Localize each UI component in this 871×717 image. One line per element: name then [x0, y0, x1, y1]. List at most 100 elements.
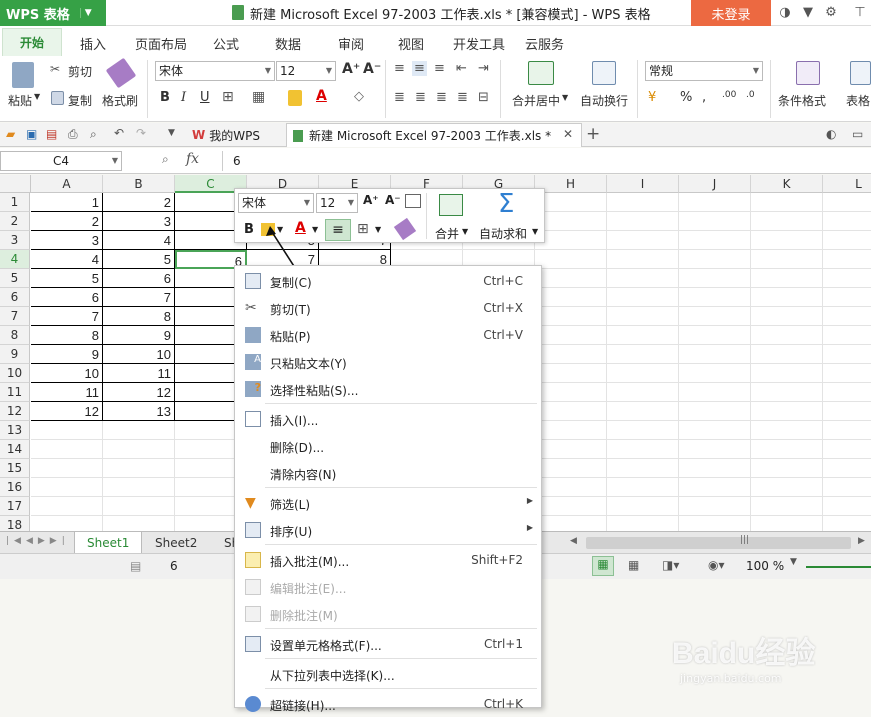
cell[interactable]: [535, 497, 607, 516]
cell[interactable]: [535, 402, 607, 421]
print-icon[interactable]: ⎙: [68, 127, 78, 142]
paste-button[interactable]: 粘贴: [8, 92, 32, 109]
cell[interactable]: [607, 231, 679, 250]
chevron-down-icon[interactable]: ▼: [462, 227, 468, 236]
cell[interactable]: [535, 212, 607, 231]
menu-item-hyperlink[interactable]: 超链接(H)... Ctrl+K: [235, 691, 541, 717]
cell[interactable]: [679, 345, 751, 364]
scissors-icon[interactable]: ✂: [50, 62, 60, 76]
cell[interactable]: [751, 193, 823, 212]
cell[interactable]: [679, 231, 751, 250]
cell[interactable]: [535, 288, 607, 307]
cell[interactable]: [535, 269, 607, 288]
cell[interactable]: [679, 516, 751, 531]
align-center-icon[interactable]: ≡: [325, 219, 351, 241]
cell[interactable]: [823, 421, 871, 440]
shirt-icon[interactable]: ▼: [800, 5, 816, 21]
cell[interactable]: [679, 269, 751, 288]
cell[interactable]: [751, 459, 823, 478]
redo-icon[interactable]: ↷: [136, 126, 146, 140]
indent-increase-icon[interactable]: ⇥: [478, 61, 489, 76]
cell[interactable]: [823, 478, 871, 497]
tab-review[interactable]: 审阅: [338, 34, 364, 53]
increase-decimal-icon[interactable]: .00: [722, 90, 736, 100]
cell[interactable]: [751, 497, 823, 516]
cell-b8[interactable]: 9: [103, 326, 175, 345]
cell[interactable]: [751, 231, 823, 250]
cell[interactable]: [535, 421, 607, 440]
tab-view[interactable]: 视图: [398, 34, 424, 53]
cell-a6[interactable]: 6: [31, 288, 103, 307]
chevron-down-icon[interactable]: ▼: [790, 557, 797, 567]
cell-a5[interactable]: 5: [31, 269, 103, 288]
cell[interactable]: [823, 193, 871, 212]
scroll-right-icon[interactable]: ▶: [858, 536, 865, 546]
column-header-i[interactable]: I: [607, 175, 679, 193]
column-header-h[interactable]: H: [535, 175, 607, 193]
merge-center-icon[interactable]: [528, 61, 554, 85]
underline-icon[interactable]: U: [200, 90, 210, 105]
tab-home[interactable]: 开始: [2, 28, 62, 56]
cell[interactable]: [751, 402, 823, 421]
zoom-level[interactable]: 100 %: [746, 559, 784, 573]
percent-button[interactable]: %: [680, 90, 692, 105]
menu-item-insert[interactable]: 插入(I)...: [235, 406, 541, 432]
cell[interactable]: [607, 402, 679, 421]
cell[interactable]: [607, 307, 679, 326]
chevron-down-icon[interactable]: ▼: [312, 225, 318, 234]
cell[interactable]: [607, 516, 679, 531]
row-header-16[interactable]: 16: [0, 478, 30, 497]
cell[interactable]: [679, 383, 751, 402]
cell[interactable]: [607, 497, 679, 516]
cell-a8[interactable]: 8: [31, 326, 103, 345]
cell[interactable]: [535, 383, 607, 402]
cell[interactable]: [823, 383, 871, 402]
conditional-format-icon[interactable]: [796, 61, 820, 85]
cell[interactable]: [823, 497, 871, 516]
column-header-a[interactable]: A: [31, 175, 103, 193]
menu-item-filter[interactable]: ▼ 筛选(L) ▶: [235, 490, 541, 516]
formula-input[interactable]: 6: [222, 151, 871, 171]
tab-formulas[interactable]: 公式: [213, 34, 239, 53]
row-header-12[interactable]: 12: [0, 402, 30, 421]
cell[interactable]: [103, 478, 175, 497]
column-header-j[interactable]: J: [679, 175, 751, 193]
cell[interactable]: [607, 193, 679, 212]
cell[interactable]: [607, 364, 679, 383]
chevron-down-icon[interactable]: ▼: [562, 93, 568, 102]
cell[interactable]: [751, 440, 823, 459]
row-header-9[interactable]: 9: [0, 345, 30, 364]
cell[interactable]: [823, 516, 871, 531]
increase-font-icon[interactable]: A⁺: [342, 61, 360, 77]
scroll-left-icon[interactable]: ◀: [570, 536, 577, 546]
cell[interactable]: [823, 364, 871, 383]
cell[interactable]: [679, 212, 751, 231]
menu-item-copy[interactable]: 复制(C) Ctrl+C: [235, 268, 541, 294]
cell[interactable]: [103, 497, 175, 516]
cell-a12[interactable]: 12: [31, 402, 103, 421]
cell-a4[interactable]: 4: [31, 250, 103, 269]
row-header-15[interactable]: 15: [0, 459, 30, 478]
cell-b12[interactable]: 13: [103, 402, 175, 421]
font-color-icon[interactable]: A: [316, 88, 327, 104]
menu-item-format-cells[interactable]: 设置单元格格式(F)... Ctrl+1: [235, 631, 541, 657]
cell-b2[interactable]: 3: [103, 212, 175, 231]
font-name-combo[interactable]: 宋体 ▼: [155, 61, 275, 81]
format-painter-icon[interactable]: [393, 217, 417, 241]
settings-icon[interactable]: ⚙: [823, 5, 839, 21]
cell[interactable]: [823, 326, 871, 345]
chevron-down-icon[interactable]: ▼: [168, 128, 175, 138]
table-style-icon[interactable]: [850, 61, 871, 85]
sheet-nav-arrows-icon[interactable]: |◀◀▶▶|: [6, 536, 70, 546]
column-header-k[interactable]: K: [751, 175, 823, 193]
pdf-export-icon[interactable]: ▤: [46, 127, 57, 141]
login-button[interactable]: 未登录: [691, 0, 771, 26]
cell-b10[interactable]: 11: [103, 364, 175, 383]
cell[interactable]: [607, 459, 679, 478]
align-center-icon[interactable]: ≣: [415, 90, 426, 105]
row-header-14[interactable]: 14: [0, 440, 30, 459]
cell[interactable]: [679, 193, 751, 212]
copy-button[interactable]: 复制: [68, 92, 92, 109]
cell[interactable]: [535, 364, 607, 383]
skin-icon[interactable]: ◑: [777, 5, 793, 21]
